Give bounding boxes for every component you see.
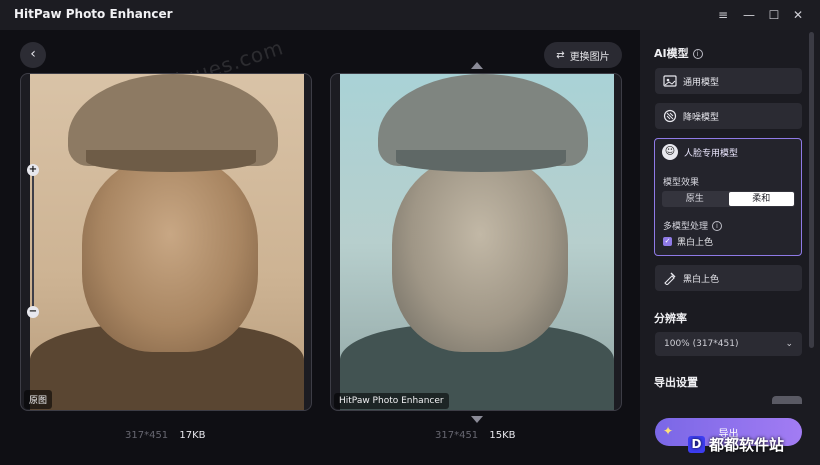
app-title: HitPaw Photo Enhancer bbox=[14, 7, 173, 21]
swap-icon: ⇄ bbox=[556, 49, 565, 61]
model-colorize-button[interactable]: 黑白上色 bbox=[655, 265, 802, 291]
colorize-checkbox[interactable]: ✓ 黑白上色 bbox=[663, 235, 713, 248]
minimize-icon[interactable]: — bbox=[738, 4, 760, 26]
colorize-icon bbox=[664, 272, 676, 285]
original-resolution: 317*451 bbox=[125, 430, 169, 441]
enhanced-file-size: 15KB bbox=[489, 430, 516, 441]
info-icon[interactable]: i bbox=[712, 221, 723, 231]
scroll-up-icon[interactable] bbox=[471, 62, 483, 69]
effect-option-soft[interactable]: 柔和 bbox=[728, 192, 794, 206]
model-effect-toggle: 原生 柔和 bbox=[662, 191, 795, 207]
colorize-checkbox-label: 黑白上色 bbox=[677, 238, 714, 248]
enhanced-image-frame[interactable]: HitPaw Photo Enhancer bbox=[330, 73, 622, 411]
info-icon[interactable]: i bbox=[692, 49, 703, 59]
enhanced-label: HitPaw Photo Enhancer bbox=[334, 393, 449, 409]
export-setting-toggle[interactable] bbox=[772, 396, 802, 404]
model-colorize-label: 黑白上色 bbox=[683, 274, 720, 285]
model-denoise-label: 降噪模型 bbox=[683, 112, 720, 123]
face-model-card[interactable]: ☺ 人脸专用模型 模型效果 原生 柔和 多模型处理 i ✓ 黑白上色 bbox=[654, 138, 802, 256]
close-icon[interactable]: ✕ bbox=[787, 4, 809, 26]
enhanced-resolution: 317*451 bbox=[435, 430, 479, 441]
zoom-in-icon[interactable]: + bbox=[27, 164, 39, 176]
original-info: 317*451 17KB bbox=[125, 430, 206, 441]
brand-text: 都都软件站 bbox=[709, 436, 785, 454]
model-general-label: 通用模型 bbox=[683, 77, 720, 88]
sparkle-icon: ✦ bbox=[663, 424, 674, 438]
original-file-size: 17KB bbox=[179, 430, 206, 441]
maximize-icon[interactable]: ☐ bbox=[763, 4, 785, 26]
original-image-frame[interactable]: 原图 bbox=[20, 73, 312, 411]
back-button[interactable]: ‹ bbox=[20, 42, 46, 68]
image-viewer: ‹ www.duduues.com ⇄ 更换图片 原图 HitPaw Photo… bbox=[0, 30, 640, 465]
brand-watermark: D 都都软件站 bbox=[688, 434, 784, 455]
panel-scrollbar[interactable] bbox=[809, 32, 814, 348]
model-effect-label: 模型效果 bbox=[663, 178, 700, 188]
chevron-down-icon: ⌄ bbox=[785, 339, 793, 349]
resolution-title: 分辨率 bbox=[654, 312, 687, 325]
scroll-down-icon[interactable] bbox=[471, 416, 483, 423]
replace-image-label: 更换图片 bbox=[569, 51, 610, 63]
model-face-label: 人脸专用模型 bbox=[684, 148, 739, 159]
image-icon bbox=[663, 75, 677, 87]
original-photo bbox=[30, 74, 304, 410]
face-icon: ☺ bbox=[662, 144, 678, 160]
zoom-slider-track[interactable] bbox=[32, 172, 34, 312]
title-bar: HitPaw Photo Enhancer ≡ — ☐ ✕ bbox=[0, 0, 820, 30]
multi-model-label: 多模型处理 i bbox=[663, 219, 723, 232]
effect-option-native[interactable]: 原生 bbox=[662, 191, 728, 207]
enhanced-photo bbox=[340, 74, 614, 410]
enhanced-info: 317*451 15KB bbox=[435, 430, 516, 441]
menu-icon[interactable]: ≡ bbox=[712, 4, 734, 26]
denoise-icon bbox=[663, 109, 677, 123]
model-general-button[interactable]: 通用模型 bbox=[655, 68, 802, 94]
model-denoise-button[interactable]: 降噪模型 bbox=[655, 103, 802, 129]
checkbox-checked-icon: ✓ bbox=[663, 237, 672, 246]
ai-model-title: AI模型 i bbox=[654, 45, 703, 61]
resolution-value: 100% (317*451) bbox=[664, 339, 739, 349]
original-label: 原图 bbox=[24, 390, 53, 409]
replace-image-button[interactable]: ⇄ 更换图片 bbox=[544, 42, 622, 68]
resolution-select[interactable]: 100% (317*451) ⌄ bbox=[655, 332, 802, 356]
export-settings-title: 导出设置 bbox=[654, 376, 698, 389]
brand-logo: D bbox=[688, 436, 705, 453]
zoom-out-icon[interactable]: − bbox=[27, 306, 39, 318]
